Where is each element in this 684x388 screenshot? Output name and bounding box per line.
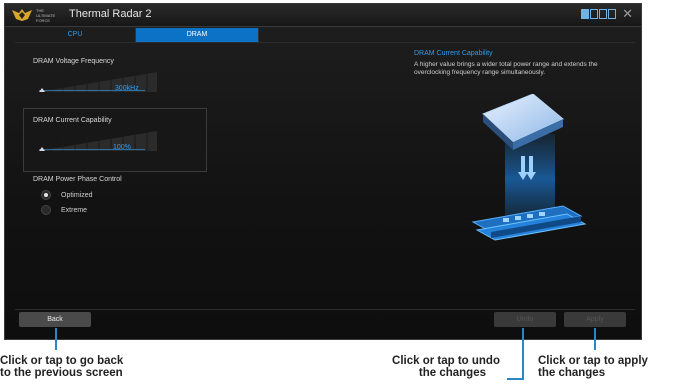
brand-text: THE ULTIMATE FORCE bbox=[36, 8, 56, 23]
dram-chip-illustration-icon bbox=[471, 94, 587, 241]
voltage-frequency-ramp bbox=[39, 72, 157, 92]
tab-cpu[interactable]: CPU bbox=[15, 28, 136, 42]
apply-callout-line-1: Click or tap to apply bbox=[538, 355, 648, 367]
info-description: A higher value brings a wider total powe… bbox=[414, 61, 598, 76]
layout-grid-icon[interactable] bbox=[581, 9, 617, 19]
title-bar: THE ULTIMATE FORCE Thermal Radar 2 ✕ bbox=[5, 4, 641, 27]
tab-divider bbox=[15, 42, 635, 43]
close-icon[interactable]: ✕ bbox=[622, 7, 633, 20]
current-capability-slider-thumb[interactable] bbox=[39, 147, 45, 151]
undo-callout-line-horizontal bbox=[507, 378, 524, 380]
app-window: THE ULTIMATE FORCE Thermal Radar 2 ✕ CPU… bbox=[4, 3, 642, 340]
footer-divider bbox=[15, 309, 635, 310]
undo-callout: Click or tap to undo the changes bbox=[368, 355, 500, 379]
power-phase-option-label: Extreme bbox=[61, 206, 88, 214]
back-button[interactable]: Back bbox=[19, 312, 91, 327]
apply-button[interactable]: Apply bbox=[564, 312, 626, 327]
back-callout-line bbox=[55, 328, 57, 350]
power-phase-label: DRAM Power Phase Control bbox=[33, 176, 122, 183]
power-phase-option-extreme[interactable]: Extreme bbox=[41, 205, 87, 215]
back-callout-line-1: Click or tap to go back bbox=[0, 355, 124, 367]
power-phase-option-optimized[interactable]: Optimized bbox=[41, 190, 93, 200]
power-phase-option-label: Optimized bbox=[61, 191, 93, 199]
apply-callout-line bbox=[594, 328, 596, 350]
undo-callout-line-1: Click or tap to undo bbox=[392, 355, 500, 367]
back-callout: Click or tap to go back to the previous … bbox=[0, 355, 123, 379]
current-capability-value: 100% bbox=[113, 144, 131, 151]
voltage-frequency-slider-thumb[interactable] bbox=[39, 88, 45, 92]
tab-dram[interactable]: DRAM bbox=[136, 28, 259, 42]
voltage-frequency-value: 300kHz bbox=[115, 85, 139, 92]
radio-unselected-icon[interactable] bbox=[41, 205, 51, 215]
tab-bar: CPU DRAM bbox=[15, 28, 259, 42]
undo-callout-line-2: the changes bbox=[418, 367, 486, 379]
apply-callout: Click or tap to apply the changes bbox=[538, 355, 648, 379]
undo-callout-line bbox=[522, 328, 524, 380]
info-title: DRAM Current Capability bbox=[414, 50, 493, 57]
current-capability-label: DRAM Current Capability bbox=[33, 117, 112, 124]
window-title: Thermal Radar 2 bbox=[69, 8, 152, 20]
current-capability-ramp bbox=[39, 131, 157, 151]
voltage-frequency-label: DRAM Voltage Frequency bbox=[33, 58, 114, 65]
apply-callout-line-2: the changes bbox=[538, 367, 606, 379]
tuf-logo-icon bbox=[12, 9, 32, 21]
back-callout-line-2: to the previous screen bbox=[0, 367, 123, 379]
undo-button[interactable]: Undo bbox=[494, 312, 556, 327]
radio-selected-icon[interactable] bbox=[41, 190, 51, 200]
